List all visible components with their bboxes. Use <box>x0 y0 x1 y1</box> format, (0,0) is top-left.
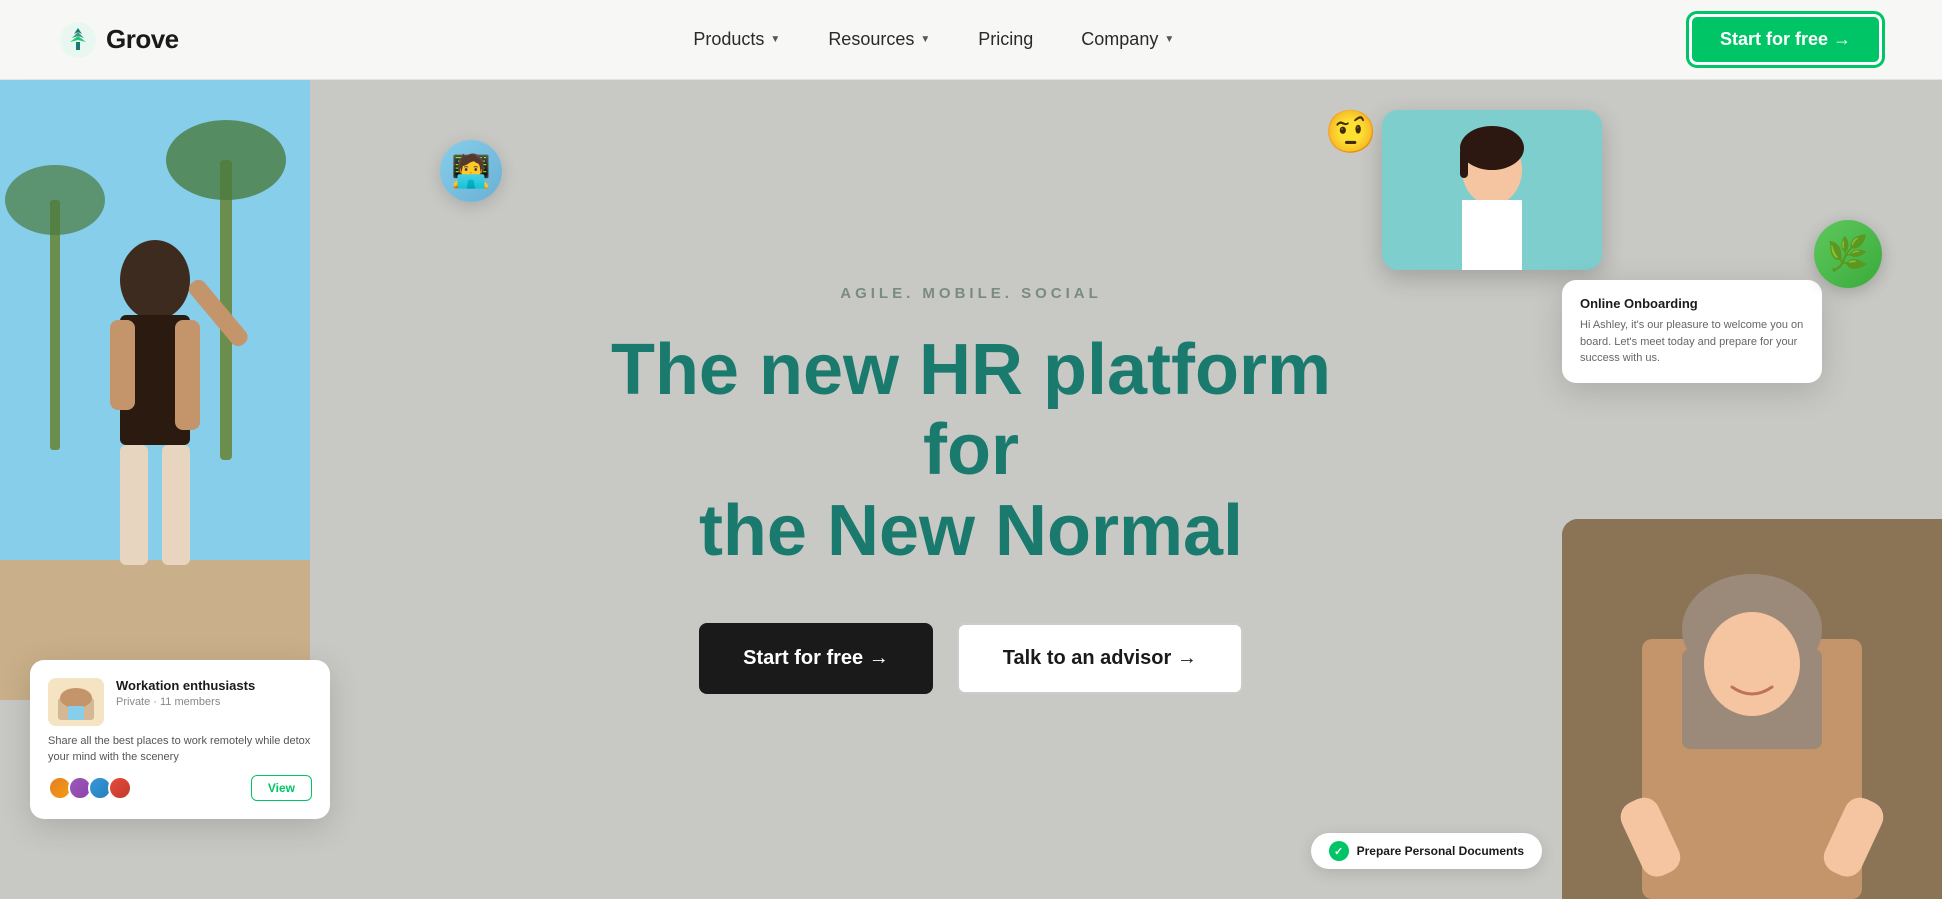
right-person-image <box>1382 110 1602 270</box>
workation-card-header: Workation enthusiasts Private · 11 membe… <box>48 678 312 726</box>
check-icon: ✓ <box>1329 841 1349 861</box>
workation-title: Workation enthusiasts <box>116 678 255 693</box>
nav-company[interactable]: Company ▼ <box>1081 29 1174 50</box>
nav-start-free-button[interactable]: Start for free → <box>1689 14 1882 65</box>
company-chevron-icon: ▼ <box>1164 34 1174 45</box>
grove-logo-icon <box>60 22 96 58</box>
prepare-documents-badge: ✓ Prepare Personal Documents <box>1311 833 1542 869</box>
float-avatar-right: 🌿 <box>1814 220 1882 288</box>
workation-thumbnail <box>48 678 104 726</box>
hero-title: The new HR platform for the New Normal <box>561 330 1381 572</box>
onboarding-card-title: Online Onboarding <box>1580 296 1804 311</box>
workation-card: Workation enthusiasts Private · 11 membe… <box>30 660 330 819</box>
workation-member-avatars <box>48 776 132 800</box>
nav-pricing[interactable]: Pricing <box>978 29 1033 50</box>
right-bottom-person-image <box>1562 519 1942 899</box>
onboarding-card-body: Hi Ashley, it's our pleasure to welcome … <box>1580 317 1804 367</box>
workation-card-info: Workation enthusiasts Private · 11 membe… <box>116 678 255 726</box>
float-avatar-left: 🧑‍💻 <box>440 140 502 202</box>
workation-footer: View <box>48 775 312 801</box>
online-onboarding-card: Online Onboarding Hi Ashley, it's our pl… <box>1562 280 1822 383</box>
hero-start-free-button[interactable]: Start for free → <box>699 623 933 694</box>
prepare-badge-label: Prepare Personal Documents <box>1357 844 1524 858</box>
winking-emoji: 🤨 <box>1325 108 1377 157</box>
nav-links: Products ▼ Resources ▼ Pricing Company ▼ <box>693 29 1174 50</box>
logo-text: Grove <box>106 24 179 55</box>
logo-link[interactable]: Grove <box>60 22 179 58</box>
nav-resources[interactable]: Resources ▼ <box>828 29 930 50</box>
workation-description: Share all the best places to work remote… <box>48 734 312 765</box>
workation-meta: Private · 11 members <box>116 696 255 708</box>
hero-subtitle: AGILE. MOBILE. SOCIAL <box>840 285 1102 302</box>
right-bottom-photo <box>1562 519 1942 899</box>
resources-chevron-icon: ▼ <box>920 34 930 45</box>
workation-thumb-image <box>48 678 104 726</box>
workation-view-button[interactable]: View <box>251 775 312 801</box>
hero-talk-advisor-button[interactable]: Talk to an advisor → <box>957 623 1243 694</box>
nav-products[interactable]: Products ▼ <box>693 29 780 50</box>
member-avatar-4 <box>108 776 132 800</box>
hero-buttons: Start for free → Talk to an advisor → <box>699 623 1243 694</box>
products-chevron-icon: ▼ <box>770 34 780 45</box>
navigation: Grove Products ▼ Resources ▼ Pricing Com… <box>0 0 1942 80</box>
right-top-photo-card <box>1382 110 1602 270</box>
